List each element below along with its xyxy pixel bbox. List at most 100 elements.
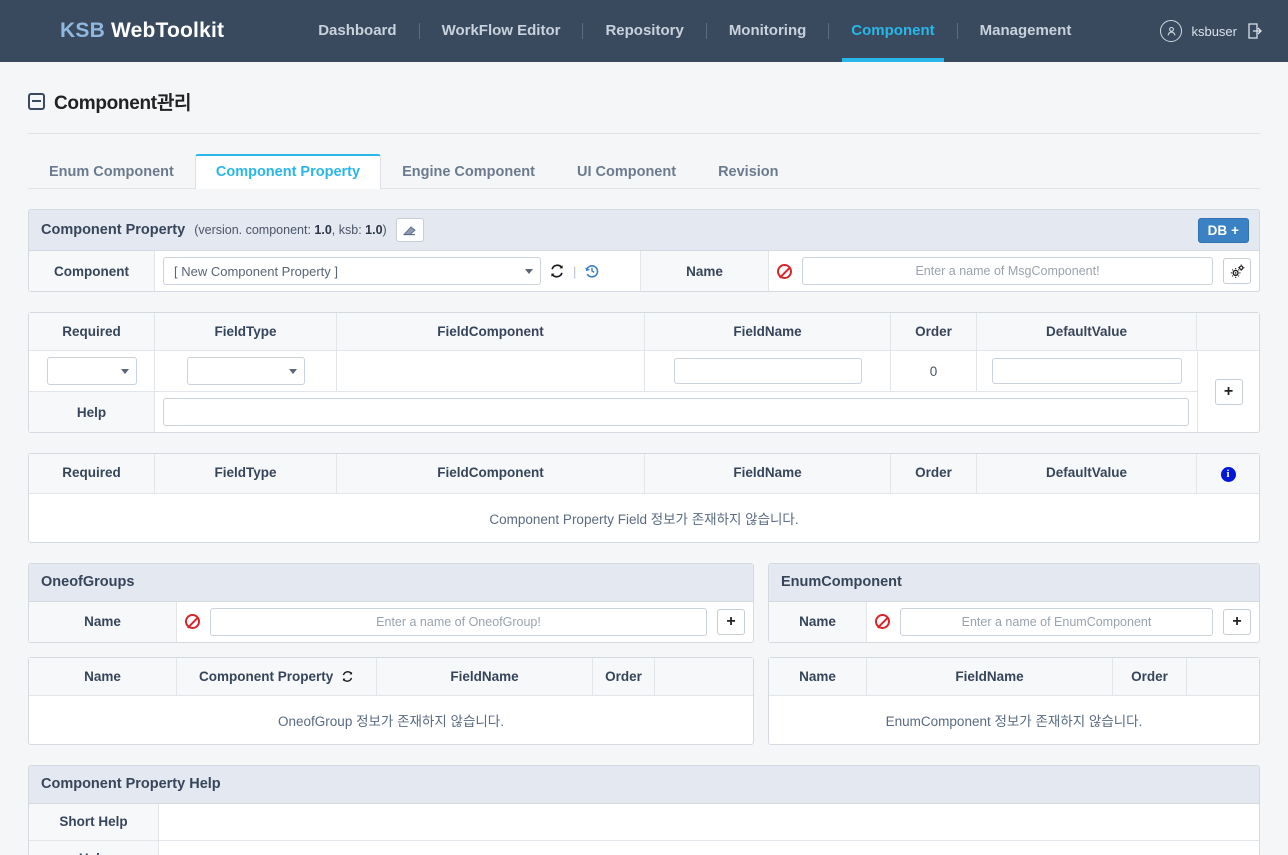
oneof-groups-title: OneofGroups <box>41 574 135 590</box>
msg-component-name-input[interactable] <box>802 257 1213 285</box>
add-field-button[interactable]: + <box>1214 378 1243 405</box>
blocked-icon <box>875 614 890 629</box>
th-fieldtype: FieldType <box>155 313 337 350</box>
nav-item-management[interactable]: Management <box>958 0 1094 62</box>
oneof-groups-panel: OneofGroups Name + <box>28 562 754 643</box>
component-select-row: Component [ New Component Property ] | N… <box>29 251 1259 291</box>
enum-component-panel: EnumComponent Name + <box>768 562 1260 643</box>
th-required: Required <box>29 454 155 493</box>
add-enum-component-button[interactable]: + <box>1223 608 1251 635</box>
enum-component-name-input[interactable] <box>900 607 1213 636</box>
th-component-property: Component Property <box>177 657 377 695</box>
nav-item-monitoring[interactable]: Monitoring <box>707 0 828 62</box>
th-order: Order <box>891 454 977 493</box>
fieldtype-select[interactable] <box>186 357 305 385</box>
component-property-panel: Component Property (version. component: … <box>28 209 1260 292</box>
th-fieldtype: FieldType <box>155 454 337 493</box>
fieldcomponent-cell[interactable] <box>337 351 645 391</box>
tab-component-property[interactable]: Component Property <box>194 154 382 189</box>
help-label: Help <box>29 392 155 432</box>
help-input[interactable] <box>163 398 1189 426</box>
add-oneof-group-button[interactable]: + <box>717 608 745 635</box>
nav-item-workflow-editor[interactable]: WorkFlow Editor <box>420 0 583 62</box>
th-actions <box>655 658 753 695</box>
th-component-property-label: Component Property <box>198 668 334 684</box>
enum-name-input-cell: + <box>867 602 1259 642</box>
nav-item-repository[interactable]: Repository <box>583 0 705 62</box>
field-list-header-row: Required FieldType FieldComponent FieldN… <box>29 454 1259 494</box>
enum-name-label: Name <box>769 601 867 642</box>
fieldtype-select-wrap[interactable] <box>186 357 305 385</box>
th-name: Name <box>29 657 177 695</box>
oneof-groups-table: Name Component Property FieldName Order … <box>28 656 754 745</box>
component-select-cell: [ New Component Property ] | <box>155 251 641 291</box>
tab-revision[interactable]: Revision <box>697 154 799 189</box>
enum-component-header: EnumComponent <box>769 563 1259 602</box>
name-input-cell <box>769 251 1259 291</box>
th-required: Required <box>29 313 155 350</box>
page-body: Component관리 Enum Component Component Pro… <box>0 62 1288 855</box>
field-list-empty-message: Component Property Field 정보가 존재하지 않습니다. <box>489 511 799 527</box>
enum-component-empty-message: EnumComponent 정보가 존재하지 않습니다. <box>885 713 1143 729</box>
refresh-icon[interactable] <box>341 670 354 683</box>
enum-component-name-row: Name + <box>769 601 1259 642</box>
fieldname-input[interactable] <box>673 358 862 384</box>
page-title: Component관리 <box>54 93 192 114</box>
oneof-groups-table-header: Name Component Property FieldName Order <box>29 657 753 696</box>
enum-component-title: EnumComponent <box>781 574 902 590</box>
top-navbar: KSB WebToolkit Dashboard WorkFlow Editor… <box>0 0 1288 62</box>
defaultvalue-input[interactable] <box>992 358 1182 384</box>
page-title-row: Component관리 <box>28 62 1260 134</box>
brand-logo[interactable]: KSB WebToolkit <box>60 19 224 43</box>
component-select-wrap[interactable]: [ New Component Property ] <box>163 257 541 285</box>
oneof-group-name-input[interactable] <box>210 607 707 636</box>
panel-version-info: (version. component: 1.0, ksb: 1.0) <box>194 223 387 237</box>
db-button-label: DB <box>1207 222 1228 238</box>
nav-user-area: ksbuser <box>1160 20 1264 42</box>
eraser-icon[interactable] <box>395 218 424 242</box>
name-label: Name <box>641 251 769 291</box>
th-fieldname: FieldName <box>645 313 891 350</box>
th-fieldname: FieldName <box>645 454 891 493</box>
component-label: Component <box>29 251 155 291</box>
refresh-icon[interactable] <box>549 263 565 279</box>
fieldname-cell <box>645 351 891 391</box>
component-property-panel-header: Component Property (version. component: … <box>29 210 1259 251</box>
nav-item-component[interactable]: Component <box>829 0 956 62</box>
field-editor-input-row: 0 <box>29 351 1197 392</box>
blocked-icon <box>777 263 792 279</box>
th-fieldname: FieldName <box>867 657 1113 695</box>
tab-ui-component[interactable]: UI Component <box>556 154 697 189</box>
undo-history-icon[interactable] <box>584 263 600 279</box>
username-label: ksbuser <box>1191 23 1237 39</box>
th-order: Order <box>1113 657 1187 695</box>
th-actions <box>1187 658 1259 695</box>
enum-component-table-header: Name FieldName Order <box>769 657 1259 696</box>
tab-engine-component[interactable]: Engine Component <box>381 154 556 189</box>
field-editor-header-row: Required FieldType FieldComponent FieldN… <box>29 313 1259 351</box>
tab-bar: Enum Component Component Property Engine… <box>28 151 1260 189</box>
panel-title: Component Property <box>41 222 186 238</box>
db-add-button[interactable]: DB + <box>1197 217 1249 243</box>
cogs-icon[interactable] <box>1223 258 1251 284</box>
help-panel-header: Component Property Help <box>29 765 1259 804</box>
field-editor-table: Required FieldType FieldComponent FieldN… <box>28 312 1260 433</box>
component-select[interactable]: [ New Component Property ] <box>163 257 541 285</box>
tab-enum-component[interactable]: Enum Component <box>28 154 195 189</box>
version-prefix: (version. component: <box>194 223 315 237</box>
logout-icon[interactable] <box>1246 22 1264 40</box>
oneof-groups-header: OneofGroups <box>29 563 753 602</box>
th-fieldcomponent: FieldComponent <box>337 454 645 493</box>
help-panel-help-value[interactable] <box>159 841 1259 855</box>
info-icon[interactable]: i <box>1220 466 1236 482</box>
short-help-value[interactable] <box>159 804 1259 840</box>
version-mid: , ksb: <box>331 223 366 237</box>
required-select[interactable] <box>46 357 137 385</box>
nav-item-dashboard[interactable]: Dashboard <box>296 0 418 62</box>
field-add-cell: + <box>1197 351 1259 432</box>
window-box-icon <box>28 93 45 110</box>
plus-icon: + <box>1231 222 1239 238</box>
oneof-name-label: Name <box>29 601 177 642</box>
required-select-wrap[interactable] <box>46 357 137 385</box>
oneof-name-input-cell: + <box>177 602 753 642</box>
